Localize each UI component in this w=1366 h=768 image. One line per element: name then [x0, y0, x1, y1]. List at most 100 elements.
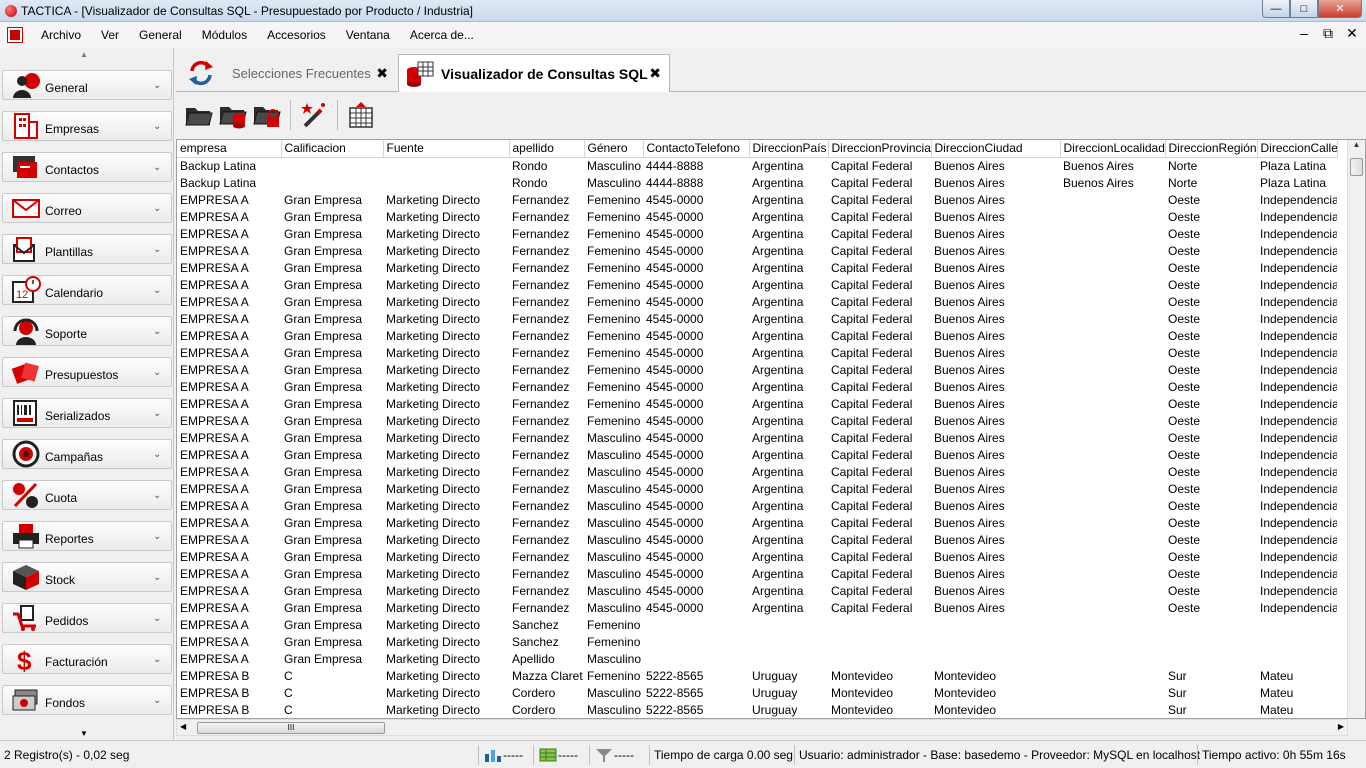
menu-ventana[interactable]: Ventana: [336, 28, 400, 42]
sidebar-item-soporte[interactable]: Soporte ⌄: [2, 316, 172, 346]
horizontal-scrollbar[interactable]: ◀ III ▶: [176, 719, 1348, 736]
table-row[interactable]: EMPRESA A Gran Empresa Marketing Directo Fe…: [177, 531, 1337, 548]
wizard-button[interactable]: [297, 98, 331, 132]
table-row[interactable]: EMPRESA A Gran Empresa Marketing Directo Fe…: [177, 412, 1337, 429]
sidebar-item-correo[interactable]: Correo ⌄: [2, 193, 172, 223]
sidebar-item-general[interactable]: General ⌄: [2, 70, 172, 100]
chevron-down-icon[interactable]: ⌄: [153, 121, 171, 132]
column-header[interactable]: Género: [584, 140, 644, 158]
chevron-down-icon[interactable]: ⌄: [153, 162, 171, 173]
column-header[interactable]: Fuente: [383, 140, 510, 158]
table-row[interactable]: EMPRESA A Gran Empresa Marketing Directo Fe…: [177, 259, 1337, 276]
minimize-button[interactable]: —: [1262, 0, 1290, 18]
table-row[interactable]: Backup Latina Rondo Masculino 4444-8888 Arge…: [177, 174, 1337, 191]
table-row[interactable]: EMPRESA A Gran Empresa Marketing Directo Fe…: [177, 514, 1337, 531]
sidebar-item-reportes[interactable]: Reportes ⌄: [2, 521, 172, 551]
spreadsheet-status[interactable]: -----: [533, 745, 589, 765]
table-row[interactable]: EMPRESA A Gran Empresa Marketing Directo Fe…: [177, 463, 1337, 480]
table-row[interactable]: EMPRESA A Gran Empresa Marketing Directo Fe…: [177, 497, 1337, 514]
chevron-down-icon[interactable]: ⌄: [153, 285, 171, 296]
menu-acerca-de[interactable]: Acerca de...: [400, 28, 484, 42]
horizontal-scroll-thumb[interactable]: III: [197, 722, 385, 734]
menu-general[interactable]: General: [129, 28, 192, 42]
export-grid-button[interactable]: [344, 98, 378, 132]
menu-accesorios[interactable]: Accesorios: [257, 28, 336, 42]
sidebar-item-calendario[interactable]: 12 Calendario ⌄: [2, 275, 172, 305]
tab-visualizador-sql[interactable]: Visualizador de Consultas SQL ✖: [398, 54, 670, 92]
column-header[interactable]: apellido: [509, 140, 585, 158]
chevron-down-icon[interactable]: ⌄: [153, 408, 171, 419]
table-row[interactable]: EMPRESA A Gran Empresa Marketing Directo Fe…: [177, 361, 1337, 378]
mdi-restore-button[interactable]: ⧉: [1320, 25, 1336, 42]
column-header[interactable]: DireccionCiudad: [931, 140, 1061, 158]
column-header[interactable]: DireccionProvincia: [828, 140, 932, 158]
table-row[interactable]: EMPRESA A Gran Empresa Marketing Directo Fe…: [177, 276, 1337, 293]
chart-status[interactable]: -----: [478, 745, 533, 765]
scroll-left-arrow-icon[interactable]: ◀: [180, 722, 186, 731]
open-db-query-button[interactable]: [216, 98, 250, 132]
sidebar-item-cuota[interactable]: Cuota ⌄: [2, 480, 172, 510]
chevron-down-icon[interactable]: ⌄: [153, 490, 171, 501]
table-row[interactable]: EMPRESA A Gran Empresa Marketing Directo Fe…: [177, 446, 1337, 463]
chevron-down-icon[interactable]: ⌄: [153, 572, 171, 583]
table-row[interactable]: EMPRESA A Gran Empresa Marketing Directo Fe…: [177, 599, 1337, 616]
tab-selecciones-frecuentes[interactable]: Selecciones Frecuentes ✖: [180, 54, 396, 92]
table-row[interactable]: EMPRESA A Gran Empresa Marketing Directo Fe…: [177, 582, 1337, 599]
table-row[interactable]: EMPRESA B C Marketing Directo Cordero Mascul…: [177, 701, 1337, 718]
vertical-scroll-thumb[interactable]: [1350, 158, 1363, 176]
chevron-down-icon[interactable]: ⌄: [153, 613, 171, 624]
sidebar-scroll-up-icon[interactable]: ▲: [80, 50, 88, 59]
chevron-down-icon[interactable]: ⌄: [153, 326, 171, 337]
sidebar-scroll-down-icon[interactable]: ▼: [80, 729, 88, 738]
table-row[interactable]: EMPRESA A Gran Empresa Marketing Directo Ap…: [177, 650, 1337, 667]
table-row[interactable]: EMPRESA A Gran Empresa Marketing Directo Fe…: [177, 548, 1337, 565]
table-row[interactable]: EMPRESA A Gran Empresa Marketing Directo Sa…: [177, 633, 1337, 650]
sidebar-item-facturacion[interactable]: $ Facturación ⌄: [2, 644, 172, 674]
open-query-button[interactable]: [182, 98, 216, 132]
chevron-down-icon[interactable]: ⌄: [153, 80, 171, 91]
close-button[interactable]: ✕: [1318, 0, 1362, 18]
menu-modulos[interactable]: Módulos: [192, 28, 257, 42]
table-row[interactable]: EMPRESA A Gran Empresa Marketing Directo Fe…: [177, 293, 1337, 310]
sidebar-item-stock[interactable]: Stock ⌄: [2, 562, 172, 592]
mdi-minimize-button[interactable]: –: [1296, 25, 1312, 42]
column-header[interactable]: DireccionCalle: [1257, 140, 1338, 158]
sidebar-item-presupuestos[interactable]: Presupuestos ⌄: [2, 357, 172, 387]
maximize-button[interactable]: □: [1290, 0, 1318, 18]
column-header[interactable]: DireccionPaís: [749, 140, 829, 158]
tab-close-icon[interactable]: ✖: [649, 65, 661, 82]
table-row[interactable]: EMPRESA A Gran Empresa Marketing Directo Fe…: [177, 344, 1337, 361]
results-grid[interactable]: empresa Calificacion Fuente apellido Género C…: [176, 139, 1366, 719]
menu-ver[interactable]: Ver: [91, 28, 129, 42]
chevron-down-icon[interactable]: ⌄: [153, 367, 171, 378]
sidebar-item-fondos[interactable]: Fondos ⌄: [2, 685, 172, 715]
filter-status[interactable]: -----: [589, 745, 649, 765]
mdi-close-button[interactable]: ✕: [1344, 25, 1360, 42]
table-row[interactable]: EMPRESA A Gran Empresa Marketing Directo Fe…: [177, 242, 1337, 259]
table-row[interactable]: EMPRESA A Gran Empresa Marketing Directo Fe…: [177, 565, 1337, 582]
chevron-down-icon[interactable]: ⌄: [153, 654, 171, 665]
sidebar-item-contactos[interactable]: Contactos ⌄: [2, 152, 172, 182]
column-header[interactable]: DireccionRegión: [1165, 140, 1258, 158]
table-row[interactable]: Backup Latina Rondo Masculino 4444-8888 Arge…: [177, 157, 1337, 174]
table-row[interactable]: EMPRESA B C Marketing Directo Cordero Mascul…: [177, 684, 1337, 701]
column-header[interactable]: DireccionLocalidad: [1060, 140, 1166, 158]
table-row[interactable]: EMPRESA A Gran Empresa Marketing Directo Fe…: [177, 327, 1337, 344]
chevron-down-icon[interactable]: ⌄: [153, 203, 171, 214]
table-row[interactable]: EMPRESA A Gran Empresa Marketing Directo Fe…: [177, 395, 1337, 412]
table-row[interactable]: EMPRESA A Gran Empresa Marketing Directo Fe…: [177, 378, 1337, 395]
table-row[interactable]: EMPRESA A Gran Empresa Marketing Directo Fe…: [177, 429, 1337, 446]
table-row[interactable]: EMPRESA A Gran Empresa Marketing Directo Fe…: [177, 480, 1337, 497]
chevron-down-icon[interactable]: ⌄: [153, 531, 171, 542]
column-header[interactable]: Calificacion: [281, 140, 384, 158]
chevron-down-icon[interactable]: ⌄: [153, 449, 171, 460]
scroll-right-arrow-icon[interactable]: ▶: [1338, 722, 1344, 731]
scroll-up-arrow-icon[interactable]: ▲: [1348, 140, 1365, 149]
sidebar-item-plantillas[interactable]: Plantillas ⌄: [2, 234, 172, 264]
vertical-scrollbar[interactable]: ▲: [1347, 140, 1365, 718]
table-row[interactable]: EMPRESA A Gran Empresa Marketing Directo Fe…: [177, 208, 1337, 225]
sidebar-item-empresas[interactable]: Empresas ⌄: [2, 111, 172, 141]
menu-archivo[interactable]: Archivo: [31, 28, 91, 42]
table-row[interactable]: EMPRESA B C Marketing Directo Mazza Claret F…: [177, 667, 1337, 684]
sidebar-item-campanas[interactable]: Campañas ⌄: [2, 439, 172, 469]
